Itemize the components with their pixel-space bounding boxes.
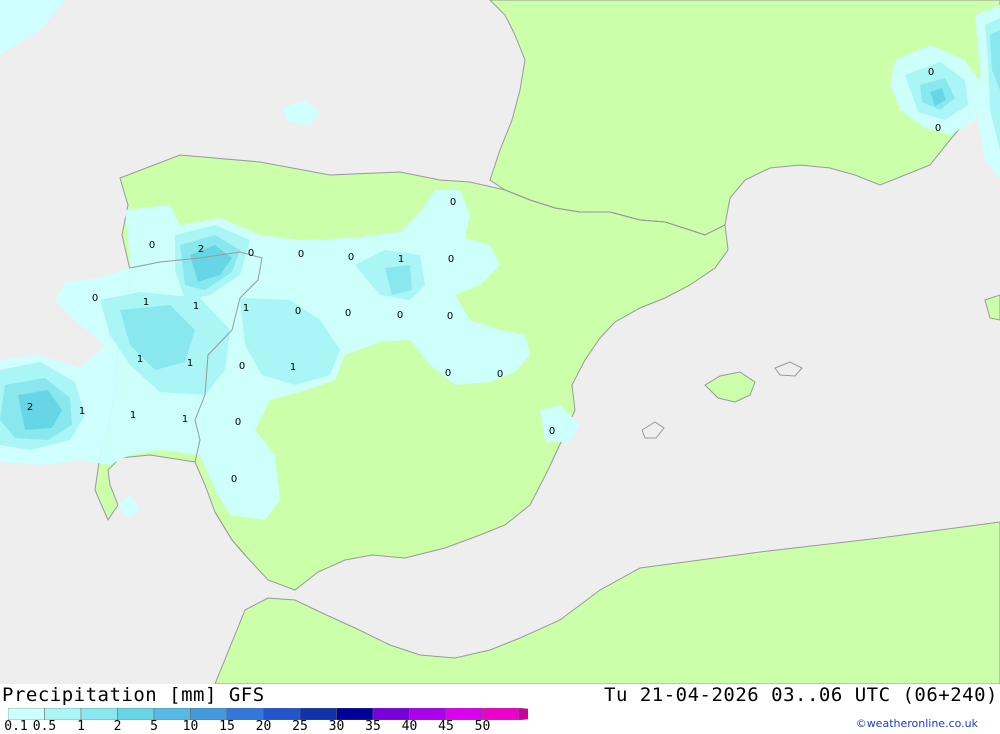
legend-label: 0.1: [4, 719, 28, 734]
map-canvas: 0 0 2 0 0 0 1 0 0 1 1 1 0 0 0 0 1 1 0 1 …: [0, 0, 1000, 684]
svg-text:0: 0: [450, 197, 456, 208]
svg-text:2: 2: [198, 244, 204, 255]
svg-text:1: 1: [143, 297, 149, 308]
credit-link[interactable]: ©weatheronline.co.uk: [856, 717, 978, 730]
legend-label: 15: [219, 719, 235, 734]
svg-text:0: 0: [348, 252, 354, 263]
legend-labels: 0.1 0.5 1 2 5 10 15 20 25 30 35 40 45 50: [0, 719, 560, 734]
svg-text:1: 1: [398, 254, 404, 265]
svg-text:0: 0: [92, 293, 98, 304]
svg-text:1: 1: [79, 406, 85, 417]
legend-label: 45: [438, 719, 454, 734]
svg-text:1: 1: [243, 303, 249, 314]
legend-label: 30: [328, 719, 345, 734]
svg-text:1: 1: [187, 358, 193, 369]
legend-label: 2: [113, 719, 122, 734]
svg-text:0: 0: [928, 67, 934, 78]
svg-text:1: 1: [130, 410, 136, 421]
legend-label: 40: [401, 719, 418, 734]
svg-text:0: 0: [298, 249, 304, 260]
svg-text:0: 0: [445, 368, 451, 379]
legend-label: 35: [365, 719, 381, 734]
legend-label: 20: [255, 719, 272, 734]
svg-text:0: 0: [235, 417, 241, 428]
legend-label: 10: [182, 719, 199, 734]
svg-text:0: 0: [448, 254, 454, 265]
svg-text:0: 0: [345, 308, 351, 319]
svg-text:0: 0: [935, 123, 941, 134]
svg-text:1: 1: [182, 414, 188, 425]
svg-text:1: 1: [137, 354, 143, 365]
svg-text:0: 0: [248, 248, 254, 259]
svg-text:0: 0: [397, 310, 403, 321]
svg-text:0: 0: [549, 426, 555, 437]
legend-label: 5: [150, 719, 158, 734]
legend-label: 50: [474, 719, 491, 734]
svg-text:0: 0: [497, 369, 503, 380]
land-ibiza: [641, 421, 665, 439]
svg-text:0: 0: [239, 361, 245, 372]
map-datetime: Tu 21-04-2026 03..06 UTC (06+240): [604, 684, 998, 706]
land-corsica: [984, 294, 1000, 321]
map-title: Precipitation [mm] GFS: [2, 684, 265, 706]
precipitation-map: 0 0 2 0 0 0 1 0 0 1 1 1 0 0 0 0 1 1 0 1 …: [0, 0, 1000, 684]
legend-label: 1: [77, 719, 85, 734]
footer: Precipitation [mm] GFS Tu 21-04-2026 03.…: [0, 684, 1000, 734]
land-mallorca: [704, 371, 756, 403]
svg-text:2: 2: [27, 402, 33, 413]
svg-text:1: 1: [193, 301, 199, 312]
svg-text:1: 1: [290, 362, 296, 373]
svg-text:0: 0: [149, 240, 155, 251]
svg-text:0: 0: [295, 306, 301, 317]
legend-label: 0.5: [32, 719, 57, 734]
svg-text:0: 0: [231, 474, 237, 485]
legend-label: 25: [292, 719, 308, 734]
land-menorca: [774, 361, 803, 377]
svg-text:0: 0: [447, 311, 453, 322]
